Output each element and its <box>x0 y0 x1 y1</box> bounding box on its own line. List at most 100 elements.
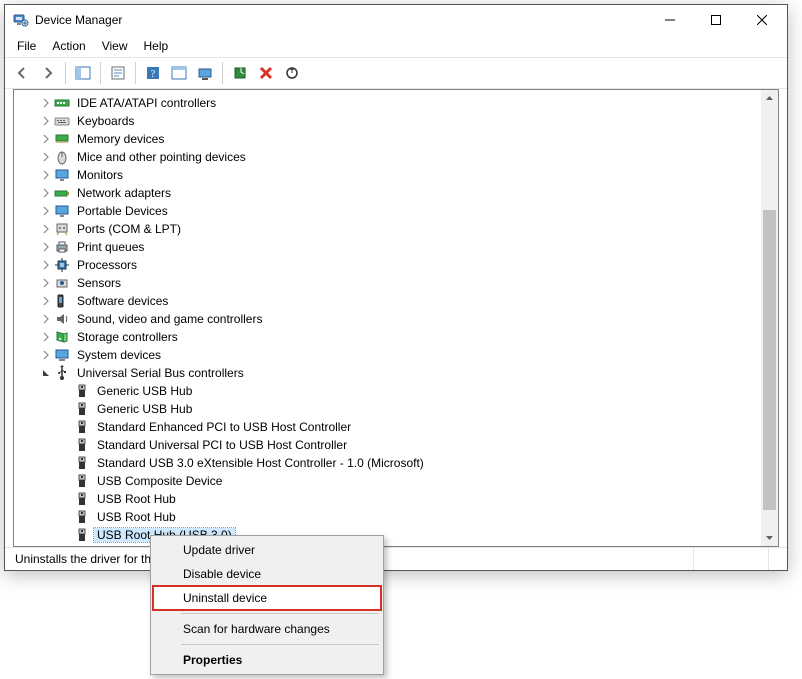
tree-device-label: Standard USB 3.0 eXtensible Host Control… <box>94 456 427 470</box>
context-menu: Update driverDisable deviceUninstall dev… <box>150 535 384 675</box>
tree-category-label: Sensors <box>74 276 124 290</box>
tree-device[interactable]: USB Root Hub <box>18 508 778 526</box>
device-tree[interactable]: IDE ATA/ATAPI controllers Keyboards Memory… <box>14 90 778 547</box>
toolbar: ? <box>5 57 787 89</box>
chevron-right-icon[interactable] <box>38 347 54 363</box>
tree-device[interactable]: Standard USB 3.0 eXtensible Host Control… <box>18 454 778 472</box>
tree-category[interactable]: Print queues <box>18 238 778 256</box>
chevron-right-icon[interactable] <box>38 221 54 237</box>
chevron-right-icon[interactable] <box>38 239 54 255</box>
usb-connector-icon <box>74 383 90 399</box>
scroll-up-arrow-icon[interactable] <box>761 90 778 107</box>
menu-file[interactable]: File <box>9 37 44 55</box>
chevron-right-icon[interactable] <box>38 167 54 183</box>
toolbar-separator <box>222 62 223 84</box>
properties-button[interactable] <box>106 61 130 85</box>
tree-category[interactable]: Storage controllers <box>18 328 778 346</box>
tree-category-label: Keyboards <box>74 114 137 128</box>
tree-category-label: Ports (COM & LPT) <box>74 222 184 236</box>
update-driver-button[interactable] <box>193 61 217 85</box>
tree-category[interactable]: Network adapters <box>18 184 778 202</box>
tree-device[interactable]: USB Root Hub <box>18 490 778 508</box>
tree-category-label: Print queues <box>74 240 147 254</box>
scan-hardware-button[interactable] <box>280 61 304 85</box>
context-menu-item[interactable]: Properties <box>153 648 381 672</box>
back-button[interactable] <box>10 61 34 85</box>
tree-device-label: Generic USB Hub <box>94 384 195 398</box>
menu-view[interactable]: View <box>94 37 136 55</box>
tree-category[interactable]: Ports (COM & LPT) <box>18 220 778 238</box>
tree-category[interactable]: Software devices <box>18 292 778 310</box>
device-manager-app-icon <box>13 12 29 28</box>
action-button[interactable] <box>167 61 191 85</box>
context-menu-item[interactable]: Scan for hardware changes <box>153 617 381 641</box>
uninstall-device-button[interactable] <box>254 61 278 85</box>
tree-category[interactable]: Monitors <box>18 166 778 184</box>
chevron-down-icon[interactable] <box>38 365 54 381</box>
chevron-right-icon[interactable] <box>38 257 54 273</box>
usb-connector-icon <box>74 509 90 525</box>
tree-device[interactable]: USB Composite Device <box>18 472 778 490</box>
chevron-right-icon[interactable] <box>38 149 54 165</box>
software-icon <box>54 293 70 309</box>
tree-category[interactable]: Keyboards <box>18 112 778 130</box>
forward-button[interactable] <box>36 61 60 85</box>
tree-category[interactable]: Sound, video and game controllers <box>18 310 778 328</box>
show-hide-tree-button[interactable] <box>71 61 95 85</box>
tree-category[interactable]: Portable Devices <box>18 202 778 220</box>
context-menu-item[interactable]: Update driver <box>153 538 381 562</box>
enable-device-button[interactable] <box>228 61 252 85</box>
maximize-button[interactable] <box>693 5 739 35</box>
toolbar-separator <box>100 62 101 84</box>
close-button[interactable] <box>739 5 785 35</box>
usb-connector-icon <box>74 491 90 507</box>
svg-text:?: ? <box>151 69 156 80</box>
help-button[interactable]: ? <box>141 61 165 85</box>
storage-icon <box>54 329 70 345</box>
tree-category[interactable]: System devices <box>18 346 778 364</box>
status-cell-2 <box>694 548 769 570</box>
menu-help[interactable]: Help <box>136 37 177 55</box>
chevron-right-icon[interactable] <box>38 293 54 309</box>
monitor-icon <box>54 167 70 183</box>
chevron-right-icon[interactable] <box>38 131 54 147</box>
chevron-right-icon[interactable] <box>38 329 54 345</box>
context-menu-item[interactable]: Uninstall device <box>153 586 381 610</box>
chevron-right-icon[interactable] <box>38 95 54 111</box>
tree-category[interactable]: Memory devices <box>18 130 778 148</box>
tree-category[interactable]: Mice and other pointing devices <box>18 148 778 166</box>
chevron-right-icon[interactable] <box>38 311 54 327</box>
minimize-button[interactable] <box>647 5 693 35</box>
usb-connector-icon <box>74 419 90 435</box>
tree-category[interactable]: IDE ATA/ATAPI controllers <box>18 94 778 112</box>
context-menu-item[interactable]: Disable device <box>153 562 381 586</box>
chevron-right-icon[interactable] <box>38 203 54 219</box>
tree-device[interactable]: Standard Universal PCI to USB Host Contr… <box>18 436 778 454</box>
device-manager-window: Device Manager File Action View Help <box>4 4 788 571</box>
tree-scrollbar[interactable] <box>761 90 778 546</box>
tree-category-label: Sound, video and game controllers <box>74 312 265 326</box>
tree-device[interactable]: USB Root Hub (USB 3.0) <box>18 526 778 544</box>
chevron-right-icon[interactable] <box>38 113 54 129</box>
tree-category[interactable]: Universal Serial Bus controllers <box>18 364 778 382</box>
scroll-down-arrow-icon[interactable] <box>761 529 778 546</box>
chevron-right-icon[interactable] <box>38 185 54 201</box>
tree-category-label: Universal Serial Bus controllers <box>74 366 247 380</box>
scrollbar-thumb[interactable] <box>763 210 776 510</box>
menubar: File Action View Help <box>5 35 787 57</box>
menu-action[interactable]: Action <box>44 37 93 55</box>
usb-connector-icon <box>74 401 90 417</box>
context-menu-separator <box>181 613 379 614</box>
tree-category[interactable]: Sensors <box>18 274 778 292</box>
tree-device[interactable]: Generic USB Hub <box>18 382 778 400</box>
device-tree-panel: IDE ATA/ATAPI controllers Keyboards Memory… <box>13 89 779 547</box>
usb-connector-icon <box>74 473 90 489</box>
toolbar-separator <box>135 62 136 84</box>
tree-device-label: Standard Universal PCI to USB Host Contr… <box>94 438 350 452</box>
window-title: Device Manager <box>35 13 647 27</box>
tree-category[interactable]: Processors <box>18 256 778 274</box>
tree-device[interactable]: Generic USB Hub <box>18 400 778 418</box>
tree-device[interactable]: Standard Enhanced PCI to USB Host Contro… <box>18 418 778 436</box>
usb-icon <box>54 365 70 381</box>
chevron-right-icon[interactable] <box>38 275 54 291</box>
